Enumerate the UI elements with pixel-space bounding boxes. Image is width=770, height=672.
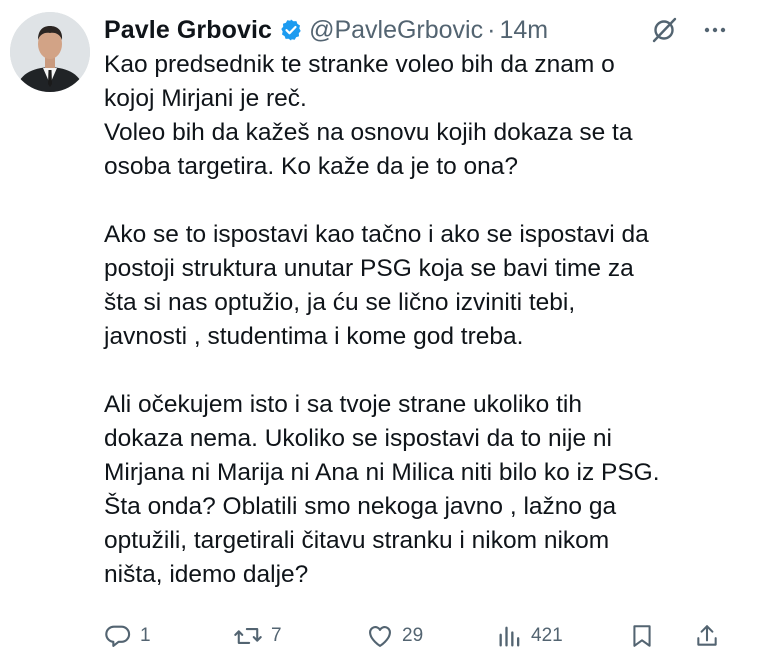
text-line: postoji struktura unutar PSG koja se bav…	[104, 255, 634, 282]
like-icon	[369, 626, 391, 647]
share-button[interactable]	[694, 618, 720, 654]
text-line: kojoj Mirjani je reč.	[104, 85, 307, 112]
text-line: Ako se to ispostavi kao tačno i ako se i…	[104, 221, 649, 248]
repost-button[interactable]: 7	[233, 618, 282, 654]
more-icon[interactable]	[701, 16, 729, 49]
text-line: osoba targetira. Ko kaže da je to ona?	[104, 153, 519, 180]
tweet-paragraph: Ali očekujem isto i sa tvoje strane ukol…	[104, 388, 744, 592]
tweet-paragraph: Kao predsednik te stranke voleo bih da z…	[104, 48, 744, 184]
author-handle[interactable]: @PavleGrbovic	[309, 16, 483, 45]
avatar[interactable]	[10, 12, 90, 92]
text-line: javnosti , studentima i kome god treba.	[104, 323, 524, 350]
text-line: Šta onda? Oblatili smo nekoga javno , la…	[104, 493, 617, 520]
action-bar: 1 7 29 421	[0, 618, 770, 654]
grok-icon[interactable]	[650, 16, 678, 49]
text-line: Ali očekujem isto i sa tvoje strane ukol…	[104, 391, 582, 418]
tweet-paragraph: Ako se to ispostavi kao tačno i ako se i…	[104, 218, 744, 354]
tweet: Pavle Grbovic @PavleGrbovic · 14m Kao pr…	[0, 0, 770, 672]
bookmark-button[interactable]	[629, 618, 655, 654]
like-button[interactable]: 29	[366, 618, 423, 654]
views-button[interactable]: 421	[497, 618, 563, 654]
repost-icon	[234, 628, 262, 644]
verified-badge-icon	[279, 18, 303, 42]
reply-button[interactable]: 1	[104, 618, 151, 654]
views-icon	[499, 626, 520, 647]
text-line: ništa, idemo dalje?	[104, 561, 309, 588]
text-line: Kao predsednik te stranke voleo bih da z…	[104, 51, 615, 78]
text-line: Voleo bih da kažeš na osnovu kojih dokaz…	[104, 119, 633, 146]
text-line: dokaza nema. Ukoliko se ispostavi da to …	[104, 425, 612, 452]
text-line: Mirjana ni Marija ni Ana ni Milica niti …	[104, 459, 660, 486]
tweet-header: Pavle Grbovic @PavleGrbovic · 14m	[104, 12, 548, 48]
text-line: šta si nas optužio, ja ću se lično izvin…	[104, 289, 576, 316]
reply-icon	[105, 625, 131, 647]
like-count: 29	[402, 625, 424, 646]
author-name[interactable]: Pavle Grbovic	[104, 16, 272, 45]
tweet-text: Kao predsednik te stranke voleo bih da z…	[104, 48, 744, 592]
views-count: 421	[531, 625, 563, 646]
bookmark-icon	[633, 625, 651, 647]
share-icon	[697, 625, 717, 646]
separator-dot: ·	[487, 15, 496, 44]
text-line: optužili, targetirali čitavu stranku i n…	[104, 527, 610, 554]
reply-count: 1	[140, 625, 151, 646]
tweet-timestamp[interactable]: 14m	[499, 16, 548, 45]
repost-count: 7	[271, 625, 282, 646]
